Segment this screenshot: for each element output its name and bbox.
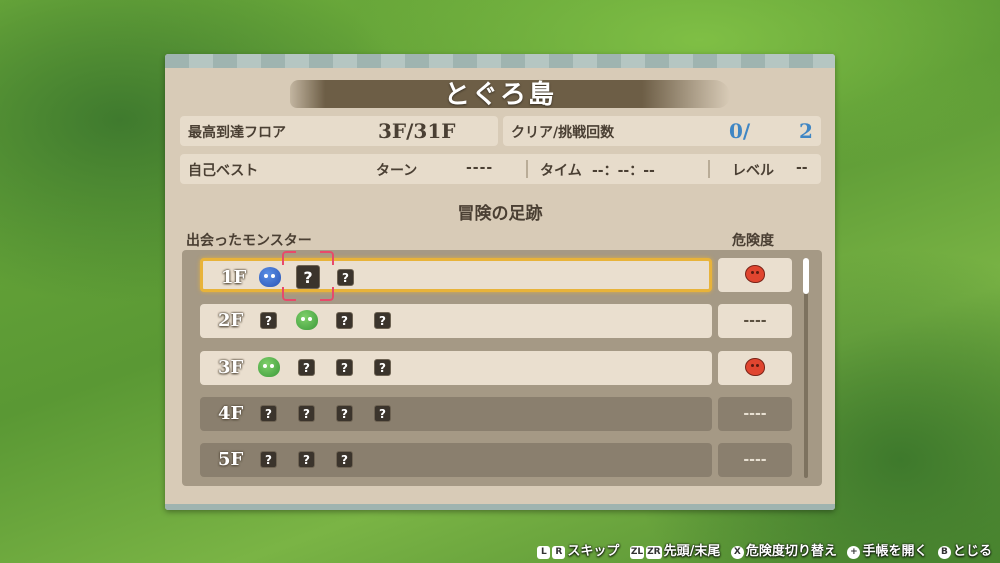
- danger-cell-5f: ----: [718, 443, 792, 477]
- b-button-icon: B: [937, 546, 951, 559]
- l-button-icon: L: [537, 546, 551, 559]
- monster-slot[interactable]: ?: [298, 405, 316, 423]
- danger-column-header: 危険度: [732, 233, 774, 249]
- open-notebook-label: 手帳を開く: [862, 544, 928, 559]
- red-monster-icon: [745, 265, 765, 283]
- floor-label: 4F: [218, 403, 244, 424]
- floor-row-5f[interactable]: 5F ? ? ?: [200, 443, 712, 477]
- floor-row-1f[interactable]: 1F ? ?: [200, 258, 712, 292]
- green-monster-icon: [258, 357, 280, 377]
- green-monster-icon: [296, 310, 318, 330]
- divider: [708, 160, 710, 178]
- unknown-monster-icon: ?: [260, 405, 277, 422]
- open-notebook-hint[interactable]: + 手帳を開く: [847, 544, 932, 559]
- monster-slot[interactable]: ?: [260, 405, 278, 423]
- level-value: --: [796, 160, 808, 176]
- danger-cell-3f: [718, 351, 792, 385]
- monster-slot[interactable]: [259, 267, 281, 287]
- clear-count-row: クリア/挑戦回数 0/ 2: [503, 116, 821, 146]
- danger-cell-2f: ----: [718, 304, 792, 338]
- close-label: とじる: [952, 544, 992, 559]
- close-hint[interactable]: B とじる: [937, 544, 992, 559]
- floor-label: 5F: [218, 449, 244, 470]
- clear-count-label: クリア/挑戦回数: [511, 125, 615, 141]
- zl-button-icon: ZL: [629, 546, 645, 559]
- skip-label: スキップ: [567, 544, 620, 559]
- max-floor-label: 最高到達フロア: [188, 125, 286, 141]
- clear-count-value: 0/: [729, 119, 751, 143]
- zr-button-icon: ZR: [646, 546, 662, 559]
- floor-label: 3F: [218, 357, 244, 378]
- unknown-monster-icon: ?: [374, 405, 391, 422]
- monster-slot[interactable]: [296, 310, 318, 330]
- unknown-monster-icon: ?: [374, 312, 391, 329]
- time-label: タイム: [540, 163, 582, 179]
- monster-slot[interactable]: ?: [260, 312, 278, 330]
- unknown-monster-icon: ?: [260, 312, 277, 329]
- floor-row-4f[interactable]: 4F ? ? ? ?: [200, 397, 712, 431]
- monster-slot[interactable]: ?: [298, 451, 316, 469]
- unknown-monster-icon: ?: [298, 451, 315, 468]
- unknown-monster-icon: ?: [337, 269, 354, 286]
- turn-value: ----: [466, 160, 494, 176]
- unknown-monster-icon: ?: [336, 359, 353, 376]
- floor-row-2f[interactable]: 2F ? ? ?: [200, 304, 712, 338]
- monster-slot[interactable]: ?: [374, 359, 392, 377]
- monsters-column-header: 出会ったモンスター: [186, 233, 312, 249]
- floor-label: 1F: [221, 267, 247, 288]
- max-floor-row: 最高到達フロア 3F/31F: [180, 116, 498, 146]
- monster-slot[interactable]: ?: [260, 451, 278, 469]
- floor-label: 2F: [218, 310, 244, 331]
- floor-row-3f[interactable]: 3F ? ? ?: [200, 351, 712, 385]
- danger-cell-4f: ----: [718, 397, 792, 431]
- panel-top-border: [165, 54, 835, 68]
- unknown-monster-icon: ?: [260, 451, 277, 468]
- unknown-monster-icon: ?: [374, 359, 391, 376]
- danger-toggle-hint[interactable]: X 危険度切り替え: [730, 544, 842, 559]
- dungeon-title: とぐろ島: [443, 80, 556, 110]
- blue-monster-icon: [259, 267, 281, 287]
- monster-slot[interactable]: ?: [336, 312, 354, 330]
- plus-button-icon: +: [847, 546, 861, 559]
- selection-cursor: [282, 251, 334, 301]
- monster-slot[interactable]: ?: [336, 359, 354, 377]
- personal-best-row: 自己ベスト ターン ---- タイム --：--：-- レベル --: [180, 154, 821, 184]
- red-monster-icon: [745, 358, 765, 376]
- r-button-icon: R: [552, 546, 566, 559]
- turn-label: ターン: [376, 163, 418, 179]
- section-title: 冒険の足跡: [457, 204, 543, 224]
- monster-slot[interactable]: ?: [298, 359, 316, 377]
- monster-slot[interactable]: ?: [374, 312, 392, 330]
- jump-label: 先頭/末尾: [663, 544, 721, 559]
- unknown-monster-icon: ?: [336, 405, 353, 422]
- level-label: レベル: [732, 163, 774, 179]
- jump-hint[interactable]: ZL ZR 先頭/末尾: [629, 544, 725, 559]
- unknown-monster-icon: ?: [336, 451, 353, 468]
- panel-bottom-border: [165, 504, 835, 510]
- time-value: --：--：--: [592, 163, 655, 179]
- monster-slot[interactable]: ?: [337, 269, 355, 287]
- monster-slot[interactable]: [258, 357, 280, 377]
- danger-cell-1f: [718, 258, 792, 292]
- monster-slot[interactable]: ?: [336, 405, 354, 423]
- try-count-value: 2: [799, 119, 813, 143]
- unknown-monster-icon: ?: [298, 359, 315, 376]
- max-floor-value: 3F/31F: [378, 119, 456, 143]
- monster-slot[interactable]: ?: [374, 405, 392, 423]
- button-guide: L R スキップ ZL ZR 先頭/末尾 X 危険度切り替え + 手帳を開く B とじる: [537, 540, 992, 559]
- scrollbar-thumb[interactable]: [803, 258, 809, 294]
- unknown-monster-icon: ?: [336, 312, 353, 329]
- skip-hint[interactable]: L R スキップ: [537, 544, 624, 559]
- monster-slot[interactable]: ?: [336, 451, 354, 469]
- x-button-icon: X: [730, 546, 744, 559]
- unknown-monster-icon: ?: [298, 405, 315, 422]
- divider: [526, 160, 528, 178]
- danger-toggle-label: 危険度切り替え: [745, 544, 837, 559]
- personal-best-label: 自己ベスト: [188, 163, 259, 179]
